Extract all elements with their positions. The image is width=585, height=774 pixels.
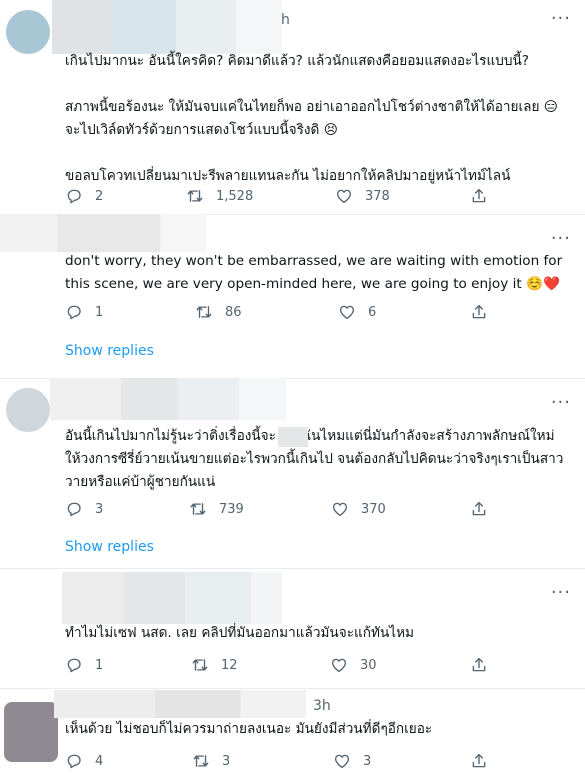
share-icon: [470, 656, 488, 674]
more-icon[interactable]: ···: [551, 584, 571, 602]
retweet-button[interactable]: 86: [195, 303, 242, 321]
retweet-count: 12: [221, 657, 238, 673]
like-button[interactable]: 6: [338, 303, 376, 321]
tweet-1[interactable]: h ··· เกินไปมากนะ อันนี้ใครคิด? คิดมาดีแ…: [0, 0, 585, 214]
tweet-3[interactable]: ··· อันนี้เกินไปมากไม่รู้นะว่าติ่งเรื่อง…: [0, 378, 585, 568]
redacted-username: [54, 690, 306, 718]
reply-button[interactable]: 1: [65, 303, 103, 321]
tweet-text: เห็นด้วย ไม่ชอบก็ไม่ควรมาถ่ายลงเนอะ มันย…: [65, 721, 433, 737]
redacted-username: [0, 214, 206, 252]
like-button[interactable]: 3: [333, 752, 371, 770]
tweet-5[interactable]: 3h เห็นด้วย ไม่ชอบก็ไม่ควรมาถ่ายลงเนอะ ม…: [0, 688, 585, 774]
like-count: 370: [361, 501, 386, 517]
reply-count: 2: [95, 188, 104, 204]
reply-count: 1: [95, 304, 104, 320]
redacted-username: [52, 0, 282, 54]
retweet-icon: [186, 187, 204, 205]
share-icon: [470, 187, 488, 205]
share-icon: [470, 752, 488, 770]
like-button[interactable]: 370: [331, 500, 386, 518]
retweet-icon: [195, 303, 213, 321]
tweet-actions: 1 86 6: [65, 303, 505, 323]
avatar[interactable]: [6, 388, 50, 432]
share-button[interactable]: [470, 500, 500, 518]
tweet-text: don't worry, they won't be embarrassed, …: [65, 253, 567, 292]
retweet-button[interactable]: 739: [189, 500, 244, 518]
heart-icon: [338, 303, 356, 321]
redacted-username: [50, 378, 286, 420]
tweet-actions: 4 3 3: [65, 752, 505, 772]
reply-count: 1: [95, 657, 104, 673]
reply-button[interactable]: 4: [65, 752, 103, 770]
avatar[interactable]: [6, 10, 50, 54]
tweet-text: เกินไปมากนะ อันนี้ใครคิด? คิดมาดีแล้ว? แ…: [65, 53, 558, 184]
share-icon: [470, 500, 488, 518]
timestamp[interactable]: h: [281, 12, 290, 28]
reply-button[interactable]: 1: [65, 656, 103, 674]
like-button[interactable]: 378: [335, 187, 390, 205]
retweet-button[interactable]: 12: [191, 656, 238, 674]
heart-icon: [335, 187, 353, 205]
retweet-count: 3: [222, 753, 231, 769]
show-replies-link[interactable]: Show replies: [65, 343, 154, 359]
like-button[interactable]: 30: [330, 656, 377, 674]
show-replies-link[interactable]: Show replies: [65, 539, 154, 555]
reply-icon: [65, 303, 83, 321]
more-icon[interactable]: ···: [551, 394, 571, 412]
reply-count: 3: [95, 501, 104, 517]
like-count: 3: [363, 753, 372, 769]
redacted-username: [62, 572, 282, 624]
reply-icon: [65, 187, 83, 205]
tweet-text: อันนี้เกินไปมากไม่รู้นะว่าติ่งเรื่องนี้จ…: [65, 428, 564, 490]
retweet-count: 86: [225, 304, 242, 320]
reply-icon: [65, 500, 83, 518]
avatar[interactable]: [4, 702, 58, 762]
like-count: 30: [360, 657, 377, 673]
share-button[interactable]: [470, 303, 500, 321]
more-icon[interactable]: ···: [551, 230, 571, 248]
retweet-button[interactable]: 3: [192, 752, 230, 770]
tweet-actions: 3 739 370: [65, 500, 505, 520]
heart-icon: [333, 752, 351, 770]
share-button[interactable]: [470, 656, 500, 674]
tweet-actions: 1 12 30: [65, 656, 505, 676]
heart-icon: [330, 656, 348, 674]
more-icon[interactable]: ···: [551, 10, 571, 28]
retweet-count: 1,528: [216, 188, 254, 204]
share-icon: [470, 303, 488, 321]
tweet-text: ทำไมไม่เซฟ นสด. เลย คลิปที่มันออกมาแล้วม…: [65, 625, 414, 641]
tweet-actions: 2 1,528 378: [65, 187, 505, 207]
reply-button[interactable]: 2: [65, 187, 103, 205]
tweet-4[interactable]: ··· ทำไมไม่เซฟ นสด. เลย คลิปที่มันออกมาแ…: [0, 568, 585, 688]
reply-button[interactable]: 3: [65, 500, 103, 518]
share-button[interactable]: [470, 187, 500, 205]
share-button[interactable]: [470, 752, 500, 770]
retweet-count: 739: [219, 501, 244, 517]
heart-icon: [331, 500, 349, 518]
like-count: 6: [368, 304, 377, 320]
retweet-icon: [191, 656, 209, 674]
like-count: 378: [365, 188, 390, 204]
reply-icon: [65, 656, 83, 674]
reply-icon: [65, 752, 83, 770]
reply-count: 4: [95, 753, 104, 769]
timestamp[interactable]: 3h: [313, 698, 331, 714]
retweet-icon: [189, 500, 207, 518]
tweet-2[interactable]: ··· don't worry, they won't be embarrass…: [0, 214, 585, 378]
redacted-word: [278, 427, 308, 447]
retweet-button[interactable]: 1,528: [186, 187, 253, 205]
retweet-icon: [192, 752, 210, 770]
